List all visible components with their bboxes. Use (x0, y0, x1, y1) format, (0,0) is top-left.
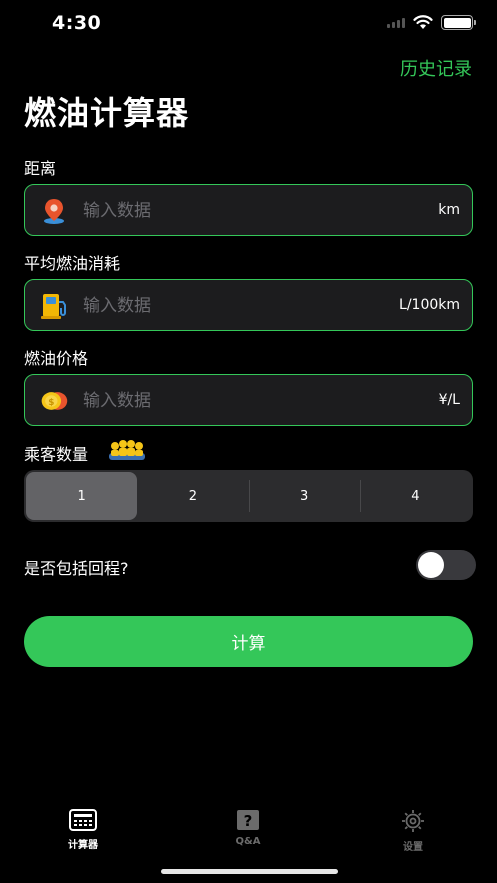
page-title: 燃油计算器 (24, 94, 190, 132)
consumption-unit: L/100km (399, 297, 460, 313)
toggle-knob (418, 552, 444, 578)
passengers-label: 乘客数量 (24, 445, 89, 464)
distance-field[interactable]: km (24, 184, 473, 236)
wifi-icon (413, 15, 433, 29)
home-indicator[interactable] (161, 869, 338, 874)
gear-icon (402, 810, 424, 832)
calculator-icon (69, 809, 97, 831)
distance-input[interactable] (83, 195, 383, 227)
status-bar: 4:30 (0, 0, 497, 46)
distance-label: 距离 (24, 159, 57, 178)
cellular-signal-icon (387, 17, 405, 28)
coins-icon: $ (41, 392, 68, 410)
tab-qa-label: Q&A (235, 836, 261, 847)
status-time: 4:30 (52, 12, 102, 34)
round-trip-label: 是否包括回程? (24, 559, 129, 578)
tab-settings-label: 设置 (403, 842, 423, 853)
tab-qa[interactable]: ? Q&A (208, 808, 288, 847)
consumption-field[interactable]: L/100km (24, 279, 473, 331)
calculate-button[interactable]: 计算 (24, 616, 473, 667)
passenger-option-4[interactable]: 4 (359, 472, 471, 520)
history-link[interactable]: 历史记录 (400, 55, 472, 81)
price-field[interactable]: $ ¥/L (24, 374, 473, 426)
distance-unit: km (438, 202, 460, 218)
passenger-segmented-control[interactable]: 1 2 3 4 (24, 470, 473, 522)
price-input[interactable] (83, 385, 383, 417)
battery-icon (441, 15, 476, 30)
tab-settings[interactable]: 设置 (373, 808, 453, 853)
price-unit: ¥/L (438, 392, 460, 408)
consumption-input[interactable] (83, 290, 383, 322)
people-group-icon (109, 440, 145, 460)
location-pin-icon (44, 199, 64, 224)
round-trip-toggle[interactable] (416, 550, 476, 580)
consumption-label: 平均燃油消耗 (24, 254, 121, 273)
passenger-option-1[interactable]: 1 (26, 472, 138, 520)
svg-text:$: $ (48, 398, 54, 408)
price-label: 燃油价格 (24, 349, 89, 368)
tab-bar: 计算器 ? Q&A 设置 (0, 800, 497, 860)
passenger-option-2[interactable]: 2 (137, 472, 248, 520)
passenger-option-3[interactable]: 3 (248, 472, 360, 520)
question-icon: ? (237, 810, 259, 830)
tab-calculator[interactable]: 计算器 (43, 808, 123, 851)
tab-calculator-label: 计算器 (68, 840, 98, 851)
fuel-pump-icon (41, 294, 66, 319)
svg-text:?: ? (244, 812, 253, 830)
status-icons (387, 15, 476, 30)
